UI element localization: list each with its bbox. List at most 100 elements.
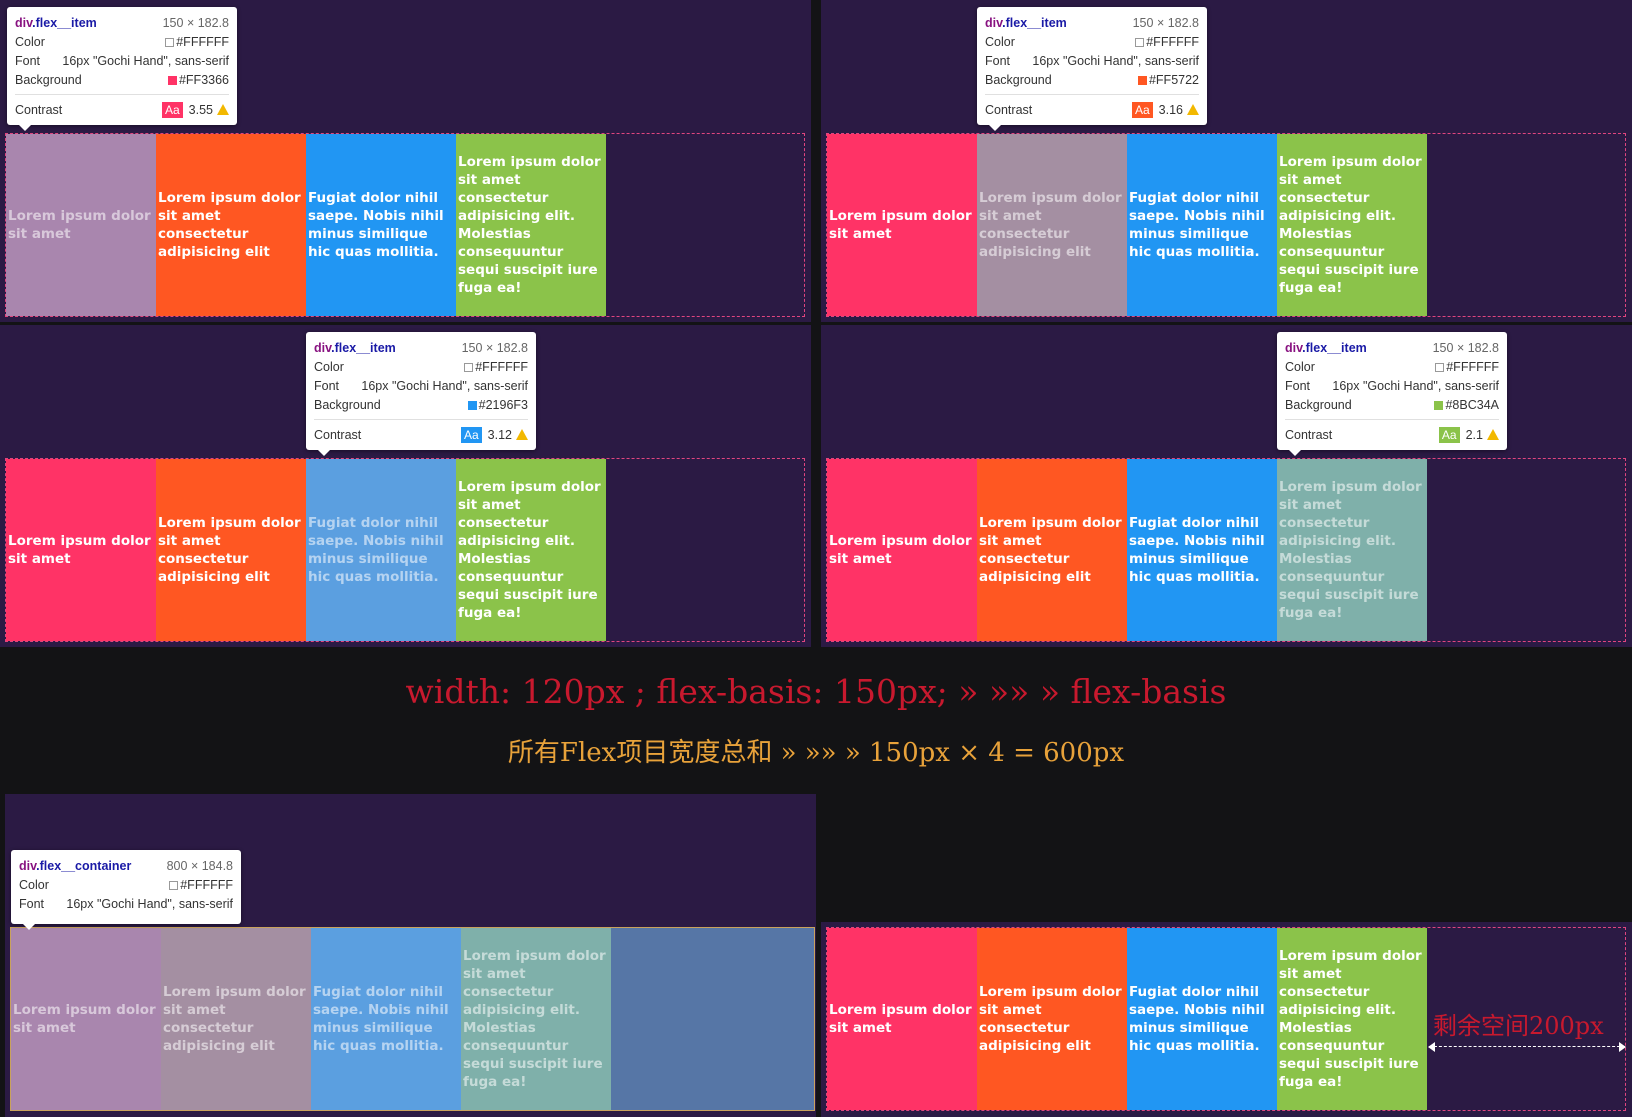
bg-swatch [1137, 75, 1147, 85]
contrast-label: Contrast [1285, 427, 1333, 442]
flex-item-3[interactable]: Fugiat dolor nihil saepe. Nobis nihil mi… [1127, 928, 1277, 1110]
flex-item-4[interactable]: Lorem ipsum dolor sit amet consectetur a… [456, 459, 606, 641]
flex-item-text: Fugiat dolor nihil saepe. Nobis nihil mi… [308, 190, 444, 260]
flex-container: Lorem ipsum dolor sit amet Lorem ipsum d… [5, 133, 805, 317]
flex-item-3[interactable]: Fugiat dolor nihil saepe. Nobis nihil mi… [1127, 459, 1277, 641]
font-value: 16px "Gochi Hand", sans-serif [361, 378, 528, 393]
flex-item-2[interactable]: Lorem ipsum dolor sit amet consectetur a… [977, 928, 1127, 1110]
divider [1285, 419, 1499, 420]
background-value: #2196F3 [478, 397, 528, 412]
flex-item-text: Lorem ipsum dolor sit amet consectetur a… [1279, 479, 1422, 621]
flex-item-2[interactable]: Lorem ipsum dolor sit amet consectetur a… [156, 459, 306, 641]
divider [314, 419, 528, 420]
inspect-tooltip: div.flex__container 800 × 184.8 Color #FFF… [11, 850, 241, 930]
flex-item-4[interactable]: Lorem ipsum dolor sit amet consectetur a… [1277, 134, 1427, 316]
font-label: Font [314, 378, 340, 393]
color-label: Color [314, 359, 344, 374]
font-label: Font [1285, 378, 1311, 393]
flex-item-1[interactable]: Lorem ipsum dolor sit amet [827, 134, 977, 316]
warning-icon [217, 103, 229, 115]
divider [985, 94, 1199, 95]
inspect-tooltip: div.flex__item 150 × 182.8 Color #FFFFFF F… [1277, 332, 1507, 456]
divider [15, 94, 229, 95]
free-space-arrow [1428, 1042, 1626, 1052]
flex-item-3[interactable]: Fugiat dolor nihil saepe. Nobis nihil mi… [306, 459, 456, 641]
tooltip-size: 150 × 182.8 [1132, 15, 1199, 30]
tooltip-selector: div.flex__item [15, 15, 97, 30]
font-value: 16px "Gochi Hand", sans-serif [66, 896, 233, 911]
flex-item-text: Lorem ipsum dolor sit amet [8, 208, 151, 242]
flex-item-4[interactable]: Lorem ipsum dolor sit amet consectetur a… [456, 134, 606, 316]
tooltip-selector: div.flex__item [314, 340, 396, 355]
aa-badge: Aa [161, 101, 183, 118]
flex-item-text: Lorem ipsum dolor sit amet [829, 533, 972, 567]
tooltip-size: 800 × 184.8 [166, 858, 233, 873]
flex-item-2[interactable]: Lorem ipsum dolor sit amet consectetur a… [977, 459, 1127, 641]
flex-item-1[interactable]: Lorem ipsum dolor sit amet [6, 134, 156, 316]
flex-item-3[interactable]: Fugiat dolor nihil saepe. Nobis nihil mi… [311, 928, 461, 1110]
color-value: #FFFFFF [1146, 34, 1199, 49]
font-label: Font [19, 896, 45, 911]
flex-item-1[interactable]: Lorem ipsum dolor sit amet [827, 459, 977, 641]
background-value: #8BC34A [1445, 397, 1499, 412]
color-label: Color [15, 34, 45, 49]
color-label: Color [985, 34, 1015, 49]
flex-item-text: Lorem ipsum dolor sit amet consectetur a… [458, 479, 601, 621]
tooltip-arrow [23, 924, 35, 930]
tooltip-size: 150 × 182.8 [162, 15, 229, 30]
flex-item-2[interactable]: Lorem ipsum dolor sit amet consectetur a… [156, 134, 306, 316]
flex-item-text: Lorem ipsum dolor sit amet consectetur a… [979, 515, 1122, 585]
background-label: Background [1285, 397, 1352, 412]
background-label: Background [985, 72, 1052, 87]
warning-icon [1187, 103, 1199, 115]
panel-item1-inspect: Lorem ipsum dolor sit amet Lorem ipsum d… [0, 0, 811, 322]
flex-item-4[interactable]: Lorem ipsum dolor sit amet consectetur a… [1277, 459, 1427, 641]
tooltip-arrow [19, 125, 31, 131]
flex-item-text: Lorem ipsum dolor sit amet consectetur a… [458, 154, 601, 296]
free-space-label: 剩余空间200px [1433, 1012, 1604, 1040]
flex-item-text: Fugiat dolor nihil saepe. Nobis nihil mi… [313, 984, 449, 1054]
tooltip-selector: div.flex__item [1285, 340, 1367, 355]
contrast-value: 2.1 [1465, 427, 1483, 442]
flex-item-text: Fugiat dolor nihil saepe. Nobis nihil mi… [1129, 515, 1265, 585]
flex-item-1[interactable]: Lorem ipsum dolor sit amet [827, 928, 977, 1110]
font-value: 16px "Gochi Hand", sans-serif [1032, 53, 1199, 68]
flex-item-4[interactable]: Lorem ipsum dolor sit amet consectetur a… [461, 928, 611, 1110]
background-label: Background [314, 397, 381, 412]
color-swatch [464, 362, 474, 372]
flex-container: Lorem ipsum dolor sit amet Lorem ipsum d… [5, 458, 805, 642]
flex-item-1[interactable]: Lorem ipsum dolor sit amet [11, 928, 161, 1110]
flex-item-1[interactable]: Lorem ipsum dolor sit amet [6, 459, 156, 641]
color-value: #FFFFFF [1446, 359, 1499, 374]
font-value: 16px "Gochi Hand", sans-serif [62, 53, 229, 68]
flex-item-text: Lorem ipsum dolor sit amet [8, 533, 151, 567]
flex-item-text: Lorem ipsum dolor sit amet consectetur a… [1279, 154, 1422, 296]
tooltip-selector: div.flex__item [985, 15, 1067, 30]
flex-item-2[interactable]: Lorem ipsum dolor sit amet consectetur a… [977, 134, 1127, 316]
contrast-label: Contrast [985, 102, 1033, 117]
flex-item-3[interactable]: Fugiat dolor nihil saepe. Nobis nihil mi… [306, 134, 456, 316]
contrast-value: 3.12 [487, 427, 512, 442]
color-swatch [1135, 37, 1145, 47]
flex-container: Lorem ipsum dolor sit amet Lorem ipsum d… [826, 133, 1626, 317]
flex-item-text: Lorem ipsum dolor sit amet [829, 208, 972, 242]
tooltip-arrow [1289, 450, 1301, 456]
flex-item-text: Lorem ipsum dolor sit amet consectetur a… [158, 190, 301, 260]
panel-item4-inspect: Lorem ipsum dolor sit amet Lorem ipsum d… [821, 325, 1632, 647]
flex-item-4[interactable]: Lorem ipsum dolor sit amet consectetur a… [1277, 928, 1427, 1110]
panel-container-inspect: Lorem ipsum dolor sit amet Lorem ipsum d… [5, 794, 816, 1117]
font-label: Font [15, 53, 41, 68]
bg-swatch [167, 75, 177, 85]
flex-item-text: Lorem ipsum dolor sit amet consectetur a… [463, 948, 606, 1090]
panel-item2-inspect: Lorem ipsum dolor sit amet Lorem ipsum d… [821, 0, 1632, 322]
flex-item-3[interactable]: Fugiat dolor nihil saepe. Nobis nihil mi… [1127, 134, 1277, 316]
inspect-tooltip: div.flex__item 150 × 182.8 Color #FFFFFF F… [306, 332, 536, 456]
tooltip-arrow [989, 125, 1001, 131]
flex-item-text: Lorem ipsum dolor sit amet consectetur a… [158, 515, 301, 585]
flex-item-text: Fugiat dolor nihil saepe. Nobis nihil mi… [1129, 984, 1265, 1054]
contrast-label: Contrast [314, 427, 362, 442]
flex-item-2[interactable]: Lorem ipsum dolor sit amet consectetur a… [161, 928, 311, 1110]
color-value: #FFFFFF [180, 877, 233, 892]
flex-item-text: Lorem ipsum dolor sit amet consectetur a… [1279, 948, 1422, 1090]
background-label: Background [15, 72, 82, 87]
